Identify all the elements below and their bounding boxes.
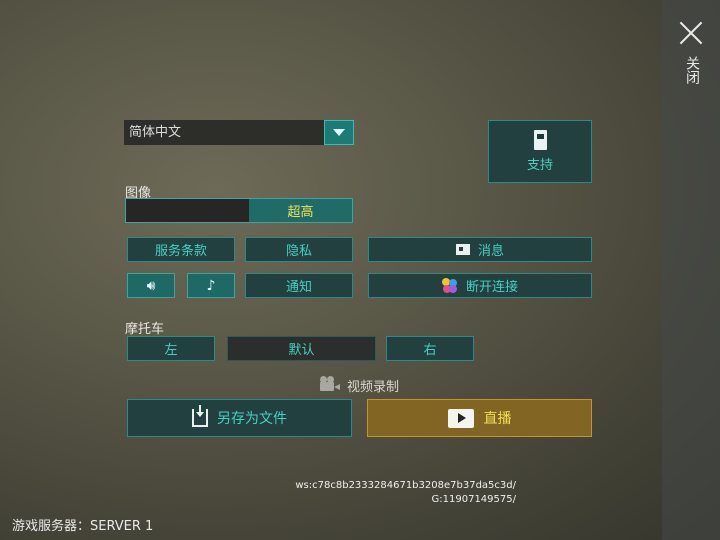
g-id: G:11907149575/ [431, 494, 516, 505]
live-stream-label: 直播 [483, 411, 512, 427]
connection-ids: ws:c78c8b2333284671b3208e7b37da5c3d/ G:1… [295, 479, 516, 507]
motorcycle-right-label: 右 [423, 343, 437, 358]
download-icon [192, 405, 208, 427]
music-toggle[interactable]: ♪ [187, 273, 235, 298]
quality-track-empty [126, 199, 249, 222]
support-label: 支持 [526, 158, 553, 173]
motorcycle-left-button[interactable]: 左 [127, 336, 215, 361]
terms-label: 服务条款 [154, 244, 207, 259]
video-camera-icon [320, 376, 340, 392]
motorcycle-default-button[interactable]: 默认 [227, 336, 376, 361]
game-center-icon [441, 277, 458, 294]
server-info: 游戏服务器：SERVER 1 [12, 519, 154, 534]
motorcycle-default-label: 默认 [288, 343, 315, 358]
close-icon[interactable] [678, 20, 704, 46]
motorcycle-left-label: 左 [164, 343, 178, 358]
graphics-quality-slider[interactable]: 超高 [125, 198, 353, 223]
motorcycle-right-button[interactable]: 右 [386, 336, 474, 361]
sound-toggle[interactable]: 🔊︎ [127, 273, 175, 298]
language-dropdown-button[interactable] [324, 120, 354, 145]
disconnect-button[interactable]: 断开连接 [368, 273, 592, 298]
chevron-down-icon [333, 129, 345, 136]
live-stream-button[interactable]: 直播 [367, 399, 592, 437]
privacy-label: 隐私 [285, 244, 312, 259]
newspaper-icon [455, 244, 470, 255]
terms-button[interactable]: 服务条款 [127, 237, 235, 262]
music-note-icon: ♪ [206, 277, 216, 294]
notify-label: 通知 [285, 280, 312, 295]
ws-id: ws:c78c8b2333284671b3208e7b37da5c3d/ [295, 480, 516, 491]
speaker-icon: 🔊︎ [146, 277, 156, 294]
play-icon [447, 408, 474, 428]
support-button[interactable]: 支持 [488, 120, 592, 183]
save-as-file-button[interactable]: 另存为文件 [127, 399, 352, 437]
notify-button[interactable]: 通知 [245, 273, 353, 298]
news-label: 消息 [477, 244, 504, 259]
side-panel: 关闭 [662, 0, 720, 540]
quality-level-ultra[interactable]: 超高 [249, 199, 352, 222]
close-label[interactable]: 关闭 [684, 56, 700, 84]
motorcycle-label: 摩托车 [125, 322, 165, 337]
disconnect-label: 断开连接 [465, 280, 518, 295]
save-as-file-label: 另存为文件 [217, 411, 287, 427]
news-button[interactable]: 消息 [368, 237, 592, 262]
video-recording-label: 视频录制 [347, 380, 400, 395]
privacy-button[interactable]: 隐私 [245, 237, 353, 262]
cup-icon [533, 130, 547, 150]
language-select[interactable]: 简体中文 [124, 120, 324, 145]
